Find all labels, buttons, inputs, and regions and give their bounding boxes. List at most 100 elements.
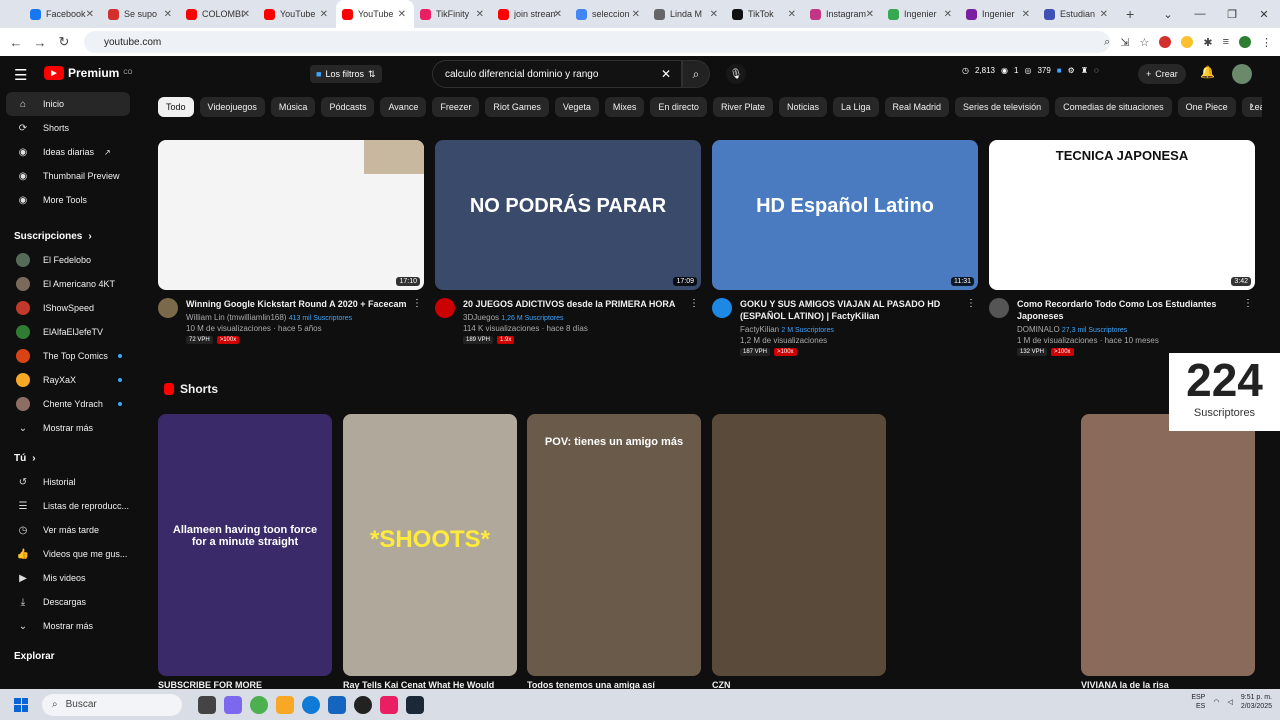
short-title[interactable]: Ray Tells Kai Cenat What He Would bbox=[343, 680, 517, 689]
category-chip[interactable]: Comedias de situaciones bbox=[1055, 97, 1172, 117]
browser-tab[interactable]: YouTube ✕ bbox=[258, 0, 336, 28]
media-icon[interactable]: ≡ bbox=[1223, 36, 1229, 48]
category-chip[interactable]: Avance bbox=[380, 97, 427, 117]
chips-next-icon[interactable]: › bbox=[1250, 100, 1254, 112]
browser-tab[interactable]: Facebook ✕ bbox=[24, 0, 102, 28]
store-icon[interactable] bbox=[328, 695, 346, 714]
extension-icon[interactable] bbox=[1159, 36, 1172, 48]
video-title[interactable]: GOKU Y SUS AMIGOS VIAJAN AL PASADO HD (E… bbox=[740, 298, 962, 322]
close-tab-icon[interactable]: ✕ bbox=[866, 9, 874, 20]
zoom-icon[interactable]: ⌕ bbox=[1104, 36, 1110, 49]
account-avatar[interactable] bbox=[1232, 64, 1252, 84]
close-tab-icon[interactable]: ✕ bbox=[710, 9, 718, 20]
hamburger-menu-icon[interactable]: ☰ bbox=[14, 66, 27, 84]
subscription-item[interactable]: RayXaX bbox=[0, 368, 140, 392]
close-tab-icon[interactable]: ✕ bbox=[788, 9, 796, 20]
show-more-subs[interactable]: ⌄ Mostrar más bbox=[0, 416, 140, 440]
chat-icon[interactable]: ◌ bbox=[1094, 66, 1099, 75]
browser-tab[interactable]: Ingenier ✕ bbox=[882, 0, 960, 28]
you-item[interactable]: ▶ Mis videos bbox=[0, 566, 140, 590]
subscription-item[interactable]: IShowSpeed bbox=[0, 296, 140, 320]
short-title[interactable]: Todos tenemos una amiga así bbox=[527, 680, 701, 689]
extensions-puzzle-icon[interactable]: ✱ bbox=[1203, 36, 1212, 49]
you-item[interactable]: ⌄ Mostrar más bbox=[0, 614, 140, 638]
video-thumbnail[interactable]: TECNICA JAPONESA 3:42 bbox=[989, 140, 1255, 290]
subscription-item[interactable]: The Top Comics bbox=[0, 344, 140, 368]
wifi-icon[interactable]: ◠ bbox=[1213, 698, 1219, 706]
video-title[interactable]: Como Recordarlo Todo Como Los Estudiante… bbox=[1017, 298, 1239, 322]
video-thumbnail[interactable]: 17:10 bbox=[158, 140, 424, 290]
close-tab-icon[interactable]: ✕ bbox=[242, 9, 250, 20]
short-title[interactable]: SUBSCRIBE FOR MORE bbox=[158, 680, 332, 689]
subscription-item[interactable]: El Fedelobo bbox=[0, 248, 140, 272]
file-explorer-icon[interactable] bbox=[276, 695, 294, 714]
back-icon[interactable]: ← bbox=[4, 35, 28, 50]
short-title[interactable]: CZN bbox=[712, 680, 886, 689]
video-title[interactable]: Winning Google Kickstart Round A 2020 + … bbox=[186, 298, 408, 310]
channel-name[interactable]: FactyKilian 2 M Suscriptores bbox=[740, 325, 978, 334]
video-card[interactable]: HD Español Latino 11:31 GOKU Y SUS AMIGOS … bbox=[712, 140, 978, 356]
category-chip[interactable]: Freezer bbox=[432, 97, 480, 117]
sidebar-item[interactable]: ◉ Thumbnail Preview bbox=[0, 164, 140, 188]
video-card[interactable]: 17:10 Winning Google Kickstart Round A 20… bbox=[158, 140, 424, 344]
sidebar-item[interactable]: ⌂ Inicio bbox=[6, 92, 130, 116]
category-chip[interactable]: River Plate bbox=[712, 97, 773, 117]
browser-tab[interactable]: COLOMBIA✕ bbox=[180, 0, 258, 28]
category-chip[interactable]: Series de televisión bbox=[955, 97, 1050, 117]
you-item[interactable]: 👍 Videos que me gus... bbox=[0, 542, 140, 566]
youtube-logo[interactable]: ▶ Premium CO bbox=[44, 66, 132, 80]
steam-icon[interactable] bbox=[406, 695, 424, 714]
short-card[interactable] bbox=[1081, 414, 1255, 676]
extension-icon[interactable]: ■ bbox=[1057, 66, 1062, 75]
category-chip[interactable]: One Piece bbox=[1177, 97, 1236, 117]
channel-avatar[interactable] bbox=[158, 298, 178, 318]
subscription-item[interactable]: Chente Ydrach bbox=[0, 392, 140, 416]
sidebar-item[interactable]: ⟳ Shorts bbox=[0, 116, 140, 140]
copilot-icon[interactable] bbox=[224, 695, 242, 714]
video-title[interactable]: 20 JUEGOS ADICTIVOS desde la PRIMERA HOR… bbox=[463, 298, 685, 310]
minimize-icon[interactable]: — bbox=[1184, 8, 1216, 20]
category-chip[interactable]: Todo bbox=[158, 97, 194, 117]
close-tab-icon[interactable]: ✕ bbox=[554, 9, 562, 20]
browser-tab[interactable]: TikFinity ✕ bbox=[414, 0, 492, 28]
close-tab-icon[interactable]: ✕ bbox=[944, 9, 952, 20]
category-chip[interactable]: Mixes bbox=[604, 97, 645, 117]
short-card[interactable]: POV: tienes un amigo más bbox=[527, 414, 701, 676]
close-tab-icon[interactable]: ✕ bbox=[86, 9, 94, 20]
sidebar-item[interactable]: ◉ Ideas diarias ↗ bbox=[0, 140, 140, 164]
browser-tab[interactable]: seleccion ✕ bbox=[570, 0, 648, 28]
video-card[interactable]: TECNICA JAPONESA 3:42 Como Recordarlo Todo… bbox=[989, 140, 1255, 356]
browser-tab[interactable]: Linda M ✕ bbox=[648, 0, 726, 28]
category-chip[interactable]: La Liga bbox=[832, 97, 879, 117]
search-button[interactable]: ⌕ bbox=[682, 60, 710, 88]
you-item[interactable]: ↺ Historial bbox=[0, 470, 140, 494]
category-chip[interactable]: Real Madrid bbox=[884, 97, 950, 117]
channel-name[interactable]: 3DJuegos 1,26 M Suscriptores bbox=[463, 313, 701, 322]
close-tab-icon[interactable]: ✕ bbox=[632, 9, 640, 20]
voice-search-button[interactable]: 🎙 bbox=[726, 64, 746, 84]
category-chip[interactable]: Videojuegos bbox=[199, 97, 265, 117]
task-view-icon[interactable] bbox=[198, 695, 216, 714]
notifications-bell-icon[interactable]: 🔔 bbox=[1200, 65, 1215, 79]
browser-tab[interactable]: Se supo ✕ bbox=[102, 0, 180, 28]
short-card[interactable]: Allameen having toon force for a minute … bbox=[158, 414, 332, 676]
browser-tab[interactable]: Instagram ✕ bbox=[804, 0, 882, 28]
video-menu-icon[interactable]: ⋮ bbox=[689, 298, 699, 309]
channel-avatar[interactable] bbox=[435, 298, 455, 318]
close-tab-icon[interactable]: ✕ bbox=[476, 9, 484, 20]
browser-tab[interactable]: YouTube ✕ bbox=[336, 0, 414, 28]
obs-icon[interactable] bbox=[354, 695, 372, 714]
reload-icon[interactable]: ↻ bbox=[52, 34, 76, 50]
trophy-icon[interactable]: ♜ bbox=[1081, 66, 1088, 75]
browser-tab[interactable]: join stream ✕ bbox=[492, 0, 570, 28]
category-chip[interactable]: Noticias bbox=[778, 97, 827, 117]
you-item[interactable]: ◷ Ver más tarde bbox=[0, 518, 140, 542]
language-indicator[interactable]: ESP ES bbox=[1191, 693, 1205, 711]
tiktok-live-icon[interactable] bbox=[380, 695, 398, 714]
video-card[interactable]: NO PODRÁS PARAR 17:09 20 JUEGOS ADICTIVOS … bbox=[435, 140, 701, 344]
subscription-item[interactable]: ElAlfaElJefeTV bbox=[0, 320, 140, 344]
volume-icon[interactable]: ◁ bbox=[1227, 698, 1232, 706]
channel-avatar[interactable] bbox=[712, 298, 732, 318]
category-chip[interactable]: Vegeta bbox=[554, 97, 599, 117]
subscriptions-header[interactable]: Suscripciones › bbox=[0, 224, 140, 248]
